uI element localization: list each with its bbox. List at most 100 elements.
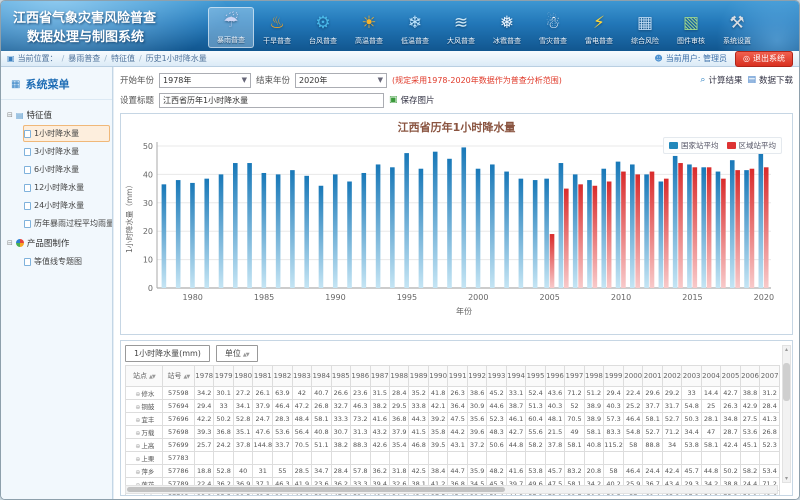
tree-item-等值线专题图[interactable]: 等值线专题图 [23,253,110,270]
exit-system-button[interactable]: ◎ 退出系统 [735,51,793,67]
menu-item-map-review[interactable]: ▧图件审核 [668,9,714,48]
menu-item-lightning[interactable]: ⚡雷电普查 [576,9,622,48]
station-id-cell: 57696 [162,413,194,426]
value-cell [506,452,525,465]
horizontal-scrollbar[interactable] [125,485,778,494]
value-cell: 83.3 [604,426,624,439]
menu-item-gale[interactable]: ≋大风普查 [438,9,484,48]
data-table-panel: 1小时降水量(mm) 单位▲▼ 站点▲▼站号▲▼1978197919801981… [120,340,793,496]
legend-item-国家站平均[interactable]: 国家站平均 [669,140,719,151]
end-year-select[interactable]: 2020年 ▼ [295,73,387,88]
value-cell: 46.3 [351,400,370,413]
tree-collapse-icon[interactable]: ⊟ [7,239,13,247]
station-name-cell[interactable]: ⊕宜丰 [126,413,163,426]
sort-arrows-icon[interactable]: ▲▼ [183,374,189,380]
svg-text:年份: 年份 [456,306,472,316]
expand-row-icon[interactable]: ⊕ [135,404,140,411]
tree-item-12小时降水量[interactable]: 12小时降水量 [23,179,110,196]
tree-group-产品图制作[interactable]: ⊟产品图制作 [7,234,110,252]
breadcrumb-separator: / [139,54,142,63]
value-cell: 52.7 [643,426,662,439]
table-row-上高[interactable]: ⊕上高5769925.724.237.8144.833.770.551.138.… [126,439,780,452]
station-name-cell[interactable]: ⊕修水 [126,387,163,400]
menu-item-system-settings[interactable]: ⚒系统设置 [714,9,760,48]
vertical-scroll-thumb[interactable] [783,363,790,401]
table-row-万载[interactable]: ⊕万载5769839.336.835.147.653.656.440.830.7… [126,426,780,439]
document-icon [24,184,31,192]
menu-item-hail[interactable]: ❅冰雹普查 [484,9,530,48]
tree-item-6小时降水量[interactable]: 6小时降水量 [23,161,110,178]
value-cell: 35.6 [467,413,486,426]
station-name-cell[interactable]: ⊕铜鼓 [126,400,163,413]
value-cell: 47.5 [448,413,467,426]
station-name-cell[interactable]: ⊕万载 [126,426,163,439]
menu-item-snow[interactable]: ☃雪灾普查 [530,9,576,48]
table-row-萍乡[interactable]: ⊕萍乡5778618.852.840315528.534.728.457.836… [126,465,780,478]
menu-item-high-temp[interactable]: ☀高温普查 [346,9,392,48]
value-cell: 37.8 [233,439,252,452]
value-cell: 35.9 [467,465,486,478]
value-cell: 58.2 [740,465,759,478]
expand-row-icon[interactable]: ⊕ [135,456,140,463]
svg-text:50: 50 [143,142,153,151]
value-cell: 52.7 [662,413,681,426]
table-row-上栗[interactable]: ⊕上栗57783 [126,452,780,465]
station-id-cell: 57698 [162,426,194,439]
horizontal-scroll-thumb[interactable] [127,487,505,492]
expand-row-icon[interactable]: ⊕ [135,495,140,496]
menu-item-rainstorm[interactable]: ☔暴雨普查 [208,7,254,48]
tree-collapse-icon[interactable]: ⊟ [7,111,13,119]
value-cell [545,452,564,465]
scroll-up-icon[interactable]: ▴ [785,346,788,353]
value-cell: 49 [565,426,584,439]
start-year-select[interactable]: 1978年 ▼ [159,73,251,88]
calculate-result-button[interactable]: ⌕ 计算结果 [700,74,742,86]
expand-row-icon[interactable]: ⊕ [135,391,140,398]
column-header-station[interactable]: 站点▲▼ [126,366,163,387]
breadcrumb-segment[interactable]: 暴雨普查 [68,53,100,64]
tree-item-3小时降水量[interactable]: 3小时降水量 [23,143,110,160]
scroll-down-icon[interactable]: ▾ [785,475,788,482]
station-name-cell[interactable]: ⊕萍乡 [126,465,163,478]
precipitation-bar-chart: 0102030405019801985199019952000200520102… [121,136,785,326]
column-header-station-id[interactable]: 站号▲▼ [162,366,194,387]
value-cell: 39.5 [428,439,447,452]
top-menu: ☔暴雨普查♨干旱普查⚙台风普查☀高温普查❄低温普查≋大风普查❅冰雹普查☃雪灾普查… [208,1,760,51]
value-cell [467,452,486,465]
save-image-button[interactable]: ▣ 保存图片 [389,94,435,106]
tree-item-24小时降水量[interactable]: 24小时降水量 [23,197,110,214]
unit-sort-button[interactable]: 单位▲▼ [216,345,258,362]
sort-arrows-icon[interactable]: ▲▼ [149,374,155,380]
value-cell: 38.6 [467,387,486,400]
station-name-cell[interactable]: ⊕上栗 [126,452,163,465]
svg-text:2020: 2020 [754,293,774,302]
table-row-宜丰[interactable]: ⊕宜丰5769642.250.252.824.728.348.458.133.3… [126,413,780,426]
vertical-scrollbar[interactable]: ▴▾ [782,345,791,483]
tree-item-1小时降水量[interactable]: 1小时降水量 [23,125,110,142]
expand-row-icon[interactable]: ⊕ [135,469,140,476]
table-row-修水[interactable]: ⊕修水5759834.230.127.226.163.94240.726.623… [126,387,780,400]
breadcrumb-segment[interactable]: 特征值 [111,53,135,64]
breadcrumb-segment[interactable]: 历史1小时降水量 [146,53,207,64]
value-cell: 53.4 [760,465,780,478]
location-icon: ▣ [7,54,15,63]
value-cell [390,452,409,465]
menu-item-typhoon[interactable]: ⚙台风普查 [300,9,346,48]
station-name-cell[interactable]: ⊕上高 [126,439,163,452]
expand-row-icon[interactable]: ⊕ [135,430,140,437]
expand-row-icon[interactable]: ⊕ [135,443,140,450]
expand-row-icon[interactable]: ⊕ [135,417,140,424]
sidebar-title: ▦ 系统菜单 [1,67,112,100]
menu-item-drought[interactable]: ♨干旱普查 [254,9,300,48]
tree-item-历年暴雨过程平均雨量[interactable]: 历年暴雨过程平均雨量 [23,215,110,232]
menu-item-low-temp[interactable]: ❄低温普查 [392,9,438,48]
menu-item-comprehensive-risk[interactable]: ▦综合风险 [622,9,668,48]
tree-item-label: 1小时降水量 [34,128,79,139]
menu-item-label: 综合风险 [631,36,659,46]
chart-title-input[interactable] [159,93,384,108]
data-download-button[interactable]: ▤ 数据下载 [747,74,793,86]
legend-item-区域站平均[interactable]: 区域站平均 [727,140,777,151]
value-cell: 55.6 [526,426,545,439]
table-row-铜鼓[interactable]: ⊕铜鼓5769429.43334.137.946.447.226.832.746… [126,400,780,413]
tree-group-特征值[interactable]: ⊟▤特征值 [7,106,110,124]
